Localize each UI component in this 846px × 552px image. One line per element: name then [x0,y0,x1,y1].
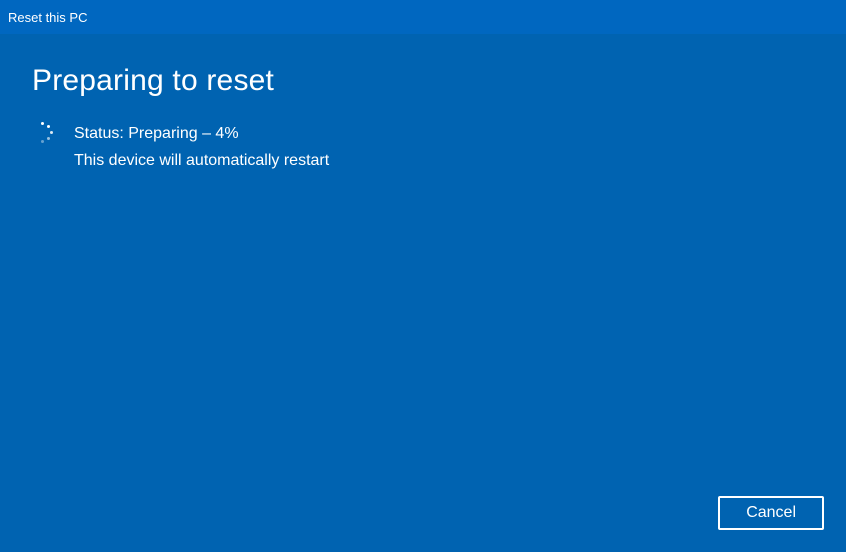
restart-notice: This device will automatically restart [74,147,329,174]
cancel-button[interactable]: Cancel [718,496,824,530]
footer: Cancel [718,496,824,530]
status-row: Status: Preparing – 4% This device will … [32,120,814,174]
status-text-block: Status: Preparing – 4% This device will … [74,120,329,174]
main-content: Preparing to reset Status: Preparing – 4… [0,34,846,174]
page-heading: Preparing to reset [32,64,814,98]
window-title: Reset this PC [8,10,87,25]
titlebar: Reset this PC [0,0,846,34]
status-line: Status: Preparing – 4% [74,120,329,147]
progress-spinner-icon [32,122,54,144]
